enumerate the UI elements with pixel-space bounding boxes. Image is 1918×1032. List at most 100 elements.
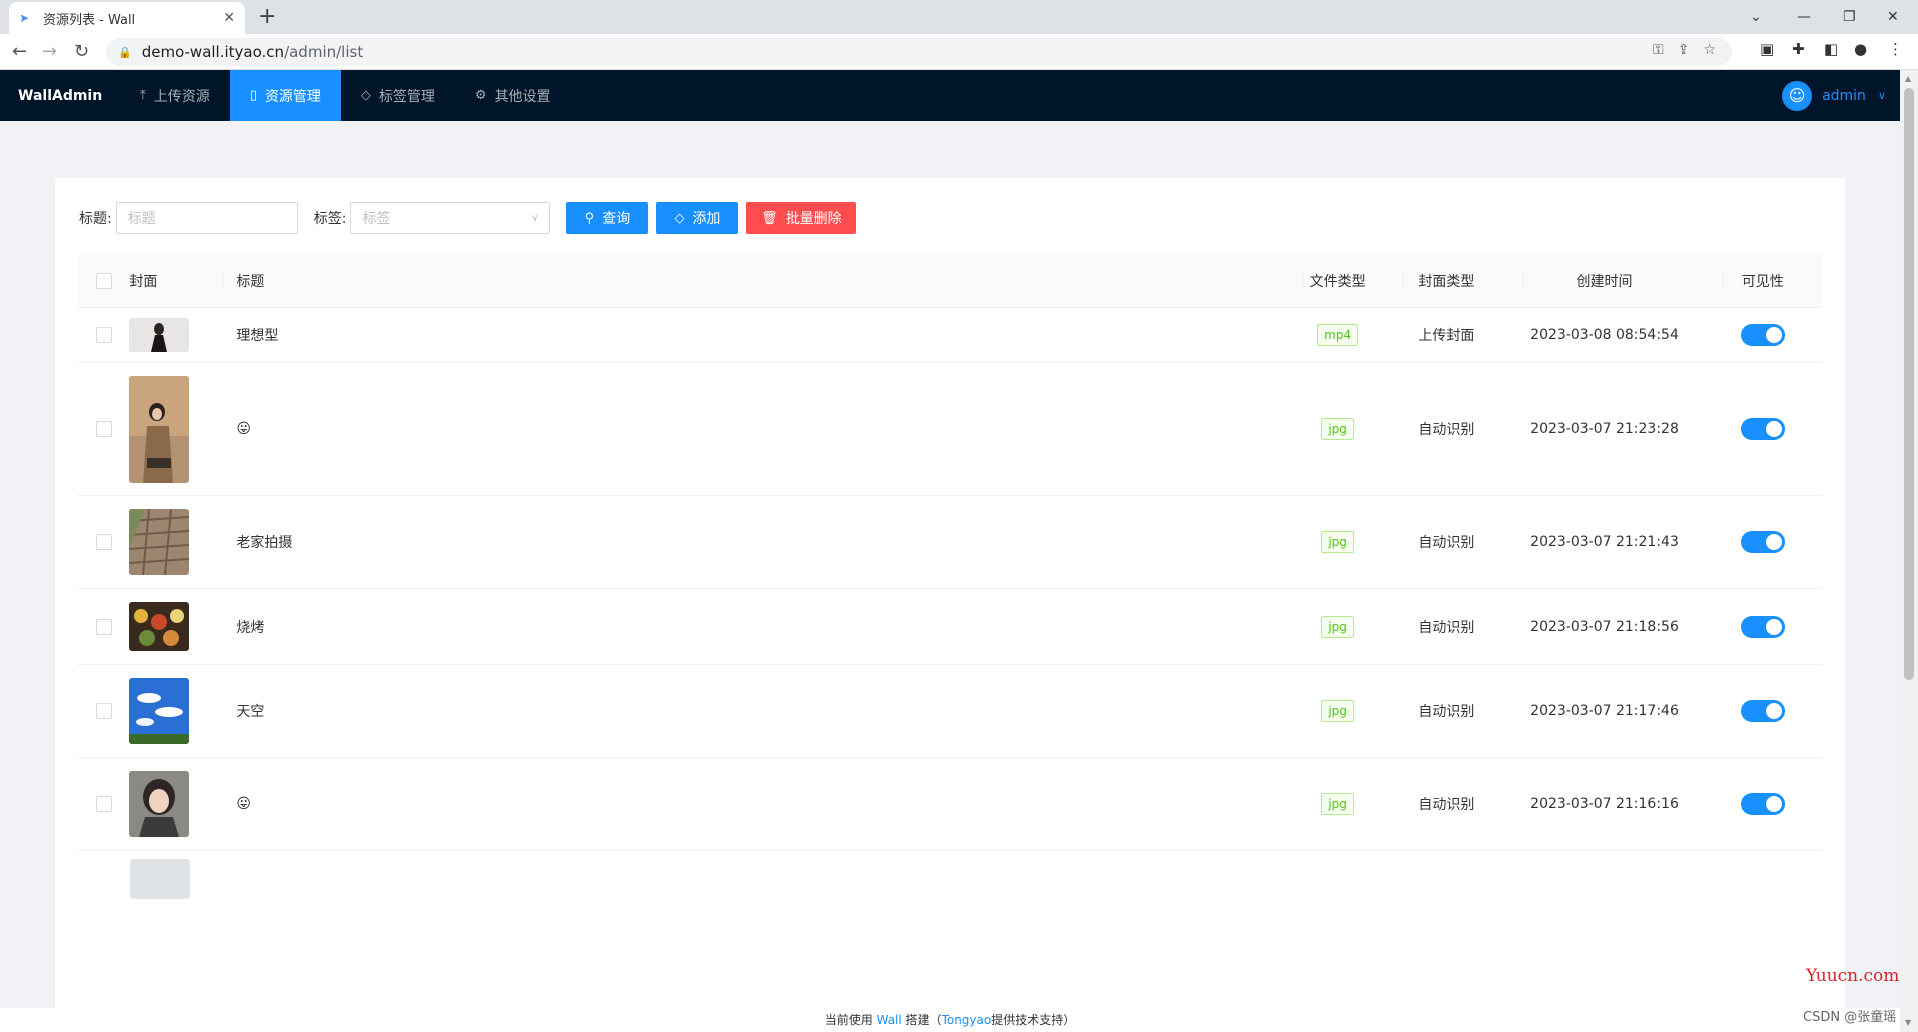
title-cell: 天空 bbox=[236, 704, 265, 720]
select-all-checkbox[interactable] bbox=[95, 272, 112, 289]
close-icon[interactable]: ✕ bbox=[223, 10, 235, 26]
cover-thumbnail[interactable] bbox=[129, 771, 190, 837]
header-created: 创建时间 bbox=[1576, 273, 1633, 290]
footer-suffix: 提供技术支持） bbox=[991, 1013, 1076, 1027]
url-host: demo-wall.ityao.cn bbox=[141, 43, 285, 61]
menu-item-label: 其他设置 bbox=[494, 88, 551, 105]
visible-cell bbox=[1703, 793, 1822, 815]
cover-thumbnail[interactable] bbox=[129, 375, 190, 483]
scroll-thumb[interactable] bbox=[1904, 88, 1914, 680]
select-all-cell bbox=[78, 272, 129, 289]
row-select-cell bbox=[78, 327, 129, 343]
row-checkbox[interactable] bbox=[95, 618, 112, 635]
menu-item-resources[interactable]: ▯ 资源管理 bbox=[229, 70, 341, 121]
search-button[interactable]: ⚲ 查询 bbox=[566, 202, 649, 234]
page-footer: 当前使用 Wall 搭建（Tongyao提供技术支持） bbox=[0, 1008, 1900, 1032]
title-filter-input[interactable]: 标题 bbox=[115, 202, 298, 234]
menu-item-upload[interactable]: ⤒ 上传资源 bbox=[120, 70, 230, 121]
menu-item-label: 上传资源 bbox=[153, 88, 210, 105]
upload-icon: ⤒ bbox=[140, 88, 146, 103]
menu-item-label: 资源管理 bbox=[264, 88, 321, 105]
visibility-switch[interactable] bbox=[1740, 324, 1785, 346]
menu-item-tags[interactable]: ◇ 标签管理 bbox=[341, 70, 455, 121]
title-cell: 😛 bbox=[220, 796, 1288, 812]
reload-icon[interactable]: ↻ bbox=[74, 40, 89, 64]
profile-icon[interactable]: ● bbox=[1854, 40, 1867, 58]
cover-image-bbq bbox=[129, 602, 190, 651]
chevron-down-icon[interactable]: ⌄ bbox=[1750, 0, 1762, 34]
scroll-up-icon[interactable]: ▲ bbox=[1905, 74, 1911, 83]
menu-item-settings[interactable]: ⚙ 其他设置 bbox=[455, 70, 571, 121]
visible-cell bbox=[1703, 324, 1822, 346]
title-cell: 😛 bbox=[220, 421, 1288, 437]
table-row: 天空 jpg 自动识别 2023-03-07 21:17:46 bbox=[78, 665, 1822, 758]
file-type-tag: jpg bbox=[1321, 793, 1354, 815]
title-filter-label: 标题: bbox=[79, 211, 112, 227]
batch-delete-button[interactable]: 🗑 批量删除 bbox=[746, 202, 857, 234]
cover-image-person bbox=[129, 318, 190, 352]
more-vert-icon[interactable]: ⋮ bbox=[1888, 40, 1903, 58]
key-icon[interactable]: ⚿ bbox=[1653, 42, 1664, 58]
restore-icon[interactable]: ❐ bbox=[1843, 0, 1856, 34]
created-cell: 2023-03-07 21:23:28 bbox=[1530, 421, 1679, 437]
created-cell: 2023-03-07 21:16:16 bbox=[1530, 796, 1679, 812]
table-row: 理想型 mp4 上传封面 2023-03-08 08:54:54 bbox=[78, 308, 1822, 363]
visibility-switch[interactable] bbox=[1740, 615, 1785, 638]
browser-tab[interactable]: ➤ 资源列表 - Wall ✕ bbox=[9, 2, 245, 34]
watermark-site: Yuucn.com bbox=[1806, 966, 1900, 986]
minimize-icon[interactable]: — bbox=[1797, 0, 1811, 34]
visibility-switch[interactable] bbox=[1740, 418, 1785, 440]
cover-cell bbox=[129, 602, 220, 651]
row-checkbox[interactable] bbox=[95, 703, 112, 719]
cover-thumbnail[interactable] bbox=[129, 678, 190, 744]
file-type-tag: jpg bbox=[1321, 531, 1354, 553]
puzzle-icon[interactable]: ✚ bbox=[1792, 40, 1805, 58]
cover-thumbnail[interactable] bbox=[129, 602, 190, 651]
row-select-cell bbox=[78, 421, 129, 437]
new-tab-button[interactable]: + bbox=[258, 3, 276, 31]
cover-thumbnail[interactable] bbox=[129, 318, 190, 352]
tag-filter-select[interactable]: 标签 ∨ bbox=[350, 202, 551, 234]
cover-thumbnail[interactable] bbox=[130, 859, 190, 899]
resource-table: 封面 标题 文件类型 封面类型 创建时间 可见性 理想型 mp4 上传封面 20… bbox=[78, 254, 1822, 899]
star-icon[interactable]: ☆ bbox=[1703, 42, 1716, 58]
footer-tongyao-link[interactable]: Tongyao bbox=[942, 1013, 992, 1027]
footer-prefix: 当前使用 bbox=[824, 1013, 873, 1027]
window-close-icon[interactable]: ✕ bbox=[1887, 0, 1899, 34]
row-checkbox[interactable] bbox=[95, 421, 112, 437]
tag-filter-label: 标签: bbox=[313, 211, 347, 227]
visibility-switch[interactable] bbox=[1740, 700, 1785, 722]
cover-thumbnail[interactable] bbox=[129, 509, 190, 575]
title-emoji: 😛 bbox=[236, 421, 251, 437]
column-divider bbox=[1402, 270, 1403, 292]
add-button[interactable]: ◇ 添加 bbox=[656, 202, 739, 234]
file-type-cell: jpg bbox=[1288, 418, 1387, 440]
user-name: admin bbox=[1822, 87, 1866, 104]
resource-list-card: 标题: 标题 标签: 标签 ∨ ⚲ 查询 ◇ 添加 🗑 批量删除 封面 标题 文… bbox=[55, 178, 1845, 1008]
visibility-switch[interactable] bbox=[1740, 531, 1785, 553]
back-icon[interactable]: ← bbox=[12, 40, 27, 64]
trash-icon: 🗑 bbox=[761, 210, 778, 225]
row-checkbox[interactable] bbox=[95, 534, 112, 550]
header-cover: 封面 bbox=[129, 273, 158, 290]
url-input[interactable]: 🔒 demo-wall.ityao.cn/admin/list ⚿ ⇪ ☆ bbox=[106, 38, 1732, 66]
share-icon[interactable]: ⇪ bbox=[1678, 42, 1690, 58]
sidepanel-icon[interactable]: ◧ bbox=[1824, 40, 1838, 58]
user-menu[interactable]: ☺ admin ∨ bbox=[1782, 70, 1886, 121]
brand-logo[interactable]: WallAdmin bbox=[0, 70, 120, 121]
forward-icon[interactable]: → bbox=[42, 40, 57, 64]
column-divider bbox=[1722, 270, 1723, 292]
page-scrollbar[interactable]: ▲ ▼ bbox=[1900, 70, 1918, 1032]
footer-wall-link[interactable]: Wall bbox=[877, 1013, 902, 1027]
row-checkbox[interactable] bbox=[95, 796, 112, 812]
row-checkbox[interactable] bbox=[95, 327, 112, 343]
table-row: 😛 jpg 自动识别 2023-03-07 21:23:28 bbox=[78, 363, 1822, 496]
cover-image-bricks bbox=[129, 509, 190, 575]
visibility-switch[interactable] bbox=[1740, 793, 1785, 815]
scroll-down-icon[interactable]: ▼ bbox=[1905, 1018, 1911, 1027]
file-type-tag: jpg bbox=[1321, 700, 1354, 722]
cover-type-cell: 自动识别 bbox=[1418, 422, 1475, 438]
title-cell: 烧烤 bbox=[236, 619, 265, 636]
extension-icon[interactable]: ▣ bbox=[1760, 40, 1774, 58]
cover-cell bbox=[130, 843, 222, 899]
